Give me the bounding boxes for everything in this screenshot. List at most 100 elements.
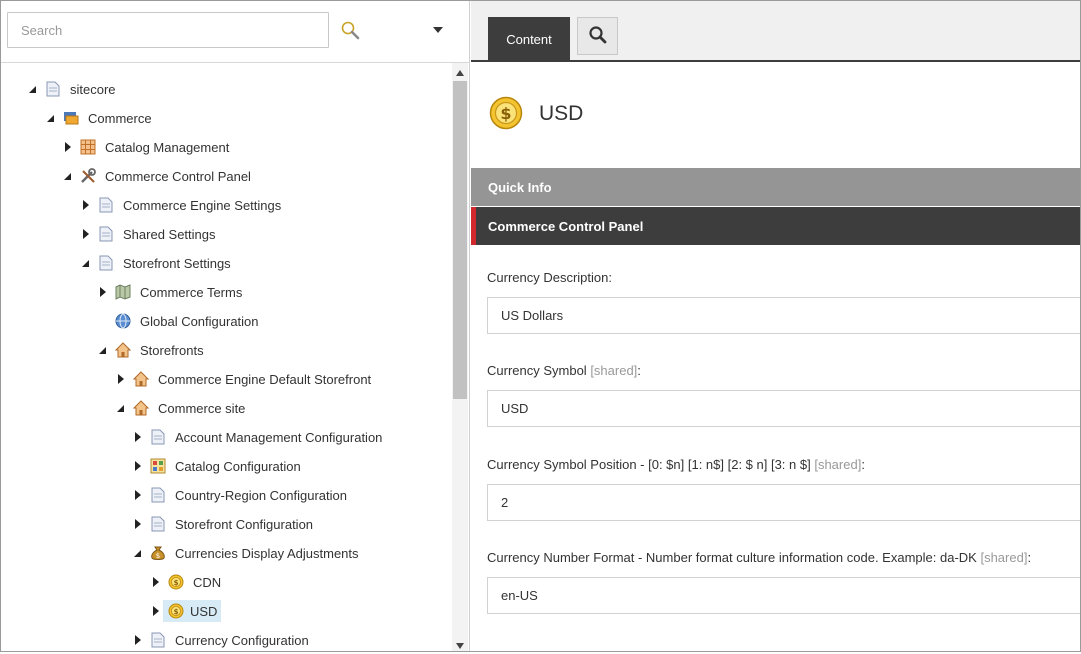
tree-item-commerce-terms[interactable]: Commerce Terms <box>97 280 246 304</box>
tree-item-commerce-site[interactable]: Commerce site <box>115 396 249 420</box>
collapsed-arrow-icon[interactable] <box>132 490 142 500</box>
svg-text:$: $ <box>174 608 179 616</box>
magnifier-icon <box>588 25 608 48</box>
field-label-currency-symbol-position: Currency Symbol Position - [0: $n] [1: n… <box>487 457 865 472</box>
tree-item-catalog-management[interactable]: Catalog Management <box>62 135 233 159</box>
tree-item-global-configuration[interactable]: Global Configuration <box>115 309 263 333</box>
commerce-icon <box>63 110 79 126</box>
tree-item-label: Catalog Management <box>105 139 230 155</box>
document-icon <box>150 632 166 648</box>
collapsed-arrow-icon[interactable] <box>150 577 160 587</box>
field-label-text: Currency Symbol Position - [0: $n] [1: n… <box>487 457 815 472</box>
map-icon <box>115 284 131 300</box>
field-label-suffix: : <box>861 457 865 472</box>
home-icon <box>115 342 131 358</box>
collapsed-arrow-icon[interactable] <box>150 606 160 616</box>
tree-item-account-management-configuration[interactable]: Account Management Configuration <box>132 425 386 449</box>
field-label-currency-description: Currency Description: <box>487 270 612 285</box>
editor-pane: Content $ USD Quick Info Commerce Contro… <box>471 0 1081 652</box>
search-options-dropdown-icon[interactable] <box>430 24 446 36</box>
tree-item-label: Global Configuration <box>140 313 259 329</box>
tree-item-country-region-configuration[interactable]: Country-Region Configuration <box>132 483 351 507</box>
tree-item-shared-settings[interactable]: Shared Settings <box>80 222 220 246</box>
tree-item-label: Commerce site <box>158 400 246 416</box>
tree-scrollbar[interactable] <box>452 63 468 652</box>
tree-item-commerce[interactable]: Commerce <box>45 106 156 130</box>
field-label-text: Currency Number Format - Number format c… <box>487 550 981 565</box>
section-commerce-control-panel[interactable]: Commerce Control Panel <box>471 207 1081 245</box>
tree-item-catalog-configuration[interactable]: Catalog Configuration <box>132 454 305 478</box>
search-icon[interactable] <box>340 20 362 42</box>
tree-item-label: sitecore <box>70 81 116 97</box>
collapsed-arrow-icon[interactable] <box>132 519 142 529</box>
tab-search[interactable] <box>577 17 618 55</box>
tree-item-currency-configuration[interactable]: Currency Configuration <box>132 628 313 652</box>
svg-text:$: $ <box>174 579 179 587</box>
tree-item-label: Country-Region Configuration <box>175 487 347 503</box>
expanded-arrow-icon[interactable] <box>115 403 125 413</box>
tree-item-label: Commerce Terms <box>140 284 243 300</box>
content-tree: sitecore Commerce Catalog Management Com… <box>0 63 452 652</box>
expanded-arrow-icon[interactable] <box>45 113 55 123</box>
collapsed-arrow-icon[interactable] <box>115 374 125 384</box>
collapsed-arrow-icon[interactable] <box>97 287 107 297</box>
section-title: Commerce Control Panel <box>488 218 644 234</box>
tab-content[interactable]: Content <box>488 17 570 61</box>
currency-description-field[interactable] <box>487 297 1081 334</box>
currency-symbol-field[interactable] <box>487 390 1081 427</box>
money-bag-icon: $ <box>150 545 166 561</box>
tree-item-label: Storefront Settings <box>123 255 231 271</box>
tree-item-label: Currencies Display Adjustments <box>175 545 359 561</box>
collapsed-arrow-icon[interactable] <box>132 432 142 442</box>
tree-item-label: Storefront Configuration <box>175 516 314 532</box>
editor-ribbon: Content <box>471 0 1081 62</box>
collapsed-arrow-icon[interactable] <box>62 142 72 152</box>
expanded-arrow-icon[interactable] <box>80 258 90 268</box>
coin-icon: $ <box>489 96 523 130</box>
tree-item-label: Shared Settings <box>123 226 216 242</box>
svg-text:$: $ <box>500 104 511 123</box>
document-icon <box>98 197 114 213</box>
expanded-arrow-icon[interactable] <box>97 345 107 355</box>
scroll-down-arrow-icon[interactable] <box>455 639 465 649</box>
tree-item-storefront-settings[interactable]: Storefront Settings <box>80 251 235 275</box>
currency-number-format-field[interactable] <box>487 577 1081 614</box>
document-icon <box>150 429 166 445</box>
document-icon <box>45 81 61 97</box>
expanded-arrow-icon[interactable] <box>27 84 37 94</box>
tree-item-usd[interactable]: $ USD <box>150 599 222 623</box>
tree-item-commerce-engine-default-storefront[interactable]: Commerce Engine Default Storefront <box>115 367 375 391</box>
field-label-suffix: : <box>1027 550 1032 565</box>
expanded-arrow-icon[interactable] <box>62 171 72 181</box>
document-icon <box>150 516 166 532</box>
tree-item-sitecore[interactable]: sitecore <box>27 77 120 101</box>
section-quick-info[interactable]: Quick Info <box>471 168 1081 206</box>
document-icon <box>150 487 166 503</box>
svg-text:$: $ <box>156 552 160 560</box>
tree-item-label: Commerce <box>88 110 152 126</box>
tree-item-storefront-configuration[interactable]: Storefront Configuration <box>132 512 317 536</box>
search-input[interactable] <box>7 12 329 48</box>
home-icon <box>133 400 149 416</box>
field-label-suffix: : <box>637 363 641 378</box>
field-label-text: Currency Description: <box>487 270 612 285</box>
currency-symbol-position-field[interactable] <box>487 484 1081 521</box>
tree-item-label: Commerce Engine Settings <box>123 197 282 213</box>
home-icon <box>133 371 149 387</box>
tree-item-label: CDN <box>193 574 222 590</box>
collapsed-arrow-icon[interactable] <box>80 229 90 239</box>
tree-item-currencies-display-adjustments[interactable]: $ Currencies Display Adjustments <box>132 541 363 565</box>
collapsed-arrow-icon[interactable] <box>80 200 90 210</box>
catalog-chart-icon <box>150 458 166 474</box>
tree-item-storefronts[interactable]: Storefronts <box>97 338 208 362</box>
coin-icon: $ <box>168 603 184 619</box>
scroll-up-arrow-icon[interactable] <box>455 66 465 76</box>
tree-item-commerce-engine-settings[interactable]: Commerce Engine Settings <box>80 193 285 217</box>
collapsed-arrow-icon[interactable] <box>132 635 142 645</box>
scroll-thumb[interactable] <box>453 81 467 399</box>
shared-tag: [shared] <box>980 550 1028 565</box>
collapsed-arrow-icon[interactable] <box>132 461 142 471</box>
tree-item-commerce-control-panel[interactable]: Commerce Control Panel <box>62 164 255 188</box>
tree-item-cdn[interactable]: $ CDN <box>150 570 225 594</box>
expanded-arrow-icon[interactable] <box>132 548 142 558</box>
